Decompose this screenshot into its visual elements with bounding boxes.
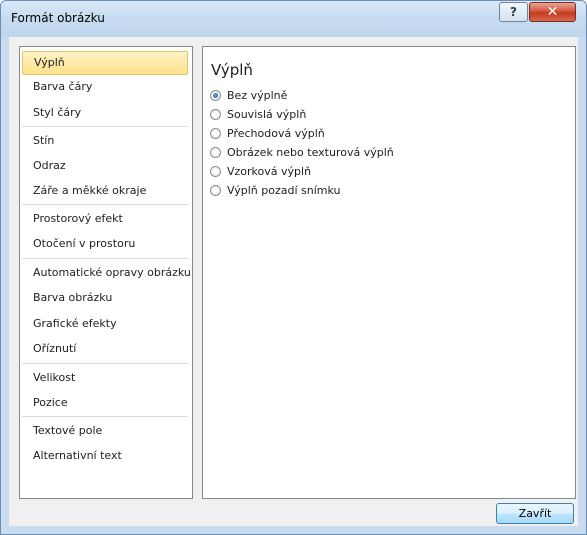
format-picture-dialog: Formát obrázku ? ✕ Výplň Barva čáry Styl…: [0, 0, 587, 535]
nav-item-alt-text[interactable]: Alternativní text: [22, 444, 188, 468]
nav-item-label: Automatické opravy obrázku: [33, 266, 191, 279]
nav-item-3d-format[interactable]: Prostorový efekt: [22, 207, 188, 231]
close-icon: ✕: [546, 4, 559, 20]
nav-item-fill[interactable]: Výplň: [22, 51, 188, 75]
nav-item-label: Velikost: [33, 371, 76, 384]
nav-item-label: Barva obrázku: [33, 291, 113, 304]
radio-button[interactable]: [210, 185, 221, 196]
help-icon: ?: [510, 5, 517, 19]
nav-item-label: Alternativní text: [33, 449, 122, 462]
panel-title: Výplň: [211, 61, 253, 79]
category-list: Výplň Barva čáry Styl čáry Stín Odraz Zá…: [19, 46, 193, 499]
close-window-button[interactable]: ✕: [529, 2, 576, 22]
nav-separator: [22, 258, 188, 259]
close-dialog-button[interactable]: Zavřít: [496, 503, 574, 524]
radio-button[interactable]: [210, 147, 221, 158]
radio-button[interactable]: [210, 109, 221, 120]
nav-item-label: Grafické efekty: [33, 317, 117, 330]
nav-item-shadow[interactable]: Stín: [22, 129, 188, 153]
nav-item-label: Stín: [33, 134, 55, 147]
nav-item-reflection[interactable]: Odraz: [22, 154, 188, 178]
nav-item-position[interactable]: Pozice: [22, 391, 188, 415]
nav-item-picture-color[interactable]: Barva obrázku: [22, 286, 188, 310]
nav-item-label: Pozice: [33, 396, 68, 409]
radio-label: Souvislá výplň: [227, 108, 307, 121]
close-dialog-label: Zavřít: [518, 507, 552, 520]
fill-panel: Výplň Bez výplně Souvislá výplň Přechodo…: [202, 46, 576, 499]
nav-separator: [22, 204, 188, 205]
nav-item-label: Prostorový efekt: [33, 212, 123, 225]
nav-item-glow-soft-edges[interactable]: Záře a měkké okraje: [22, 179, 188, 203]
nav-item-label: Styl čáry: [33, 106, 82, 119]
title-bar[interactable]: Formát obrázku ? ✕: [1, 1, 586, 37]
radio-label: Vzorková výplň: [227, 165, 312, 178]
nav-item-picture-corrections[interactable]: Automatické opravy obrázku: [22, 261, 191, 285]
nav-item-label: Výplň: [34, 56, 65, 69]
nav-item-text-box[interactable]: Textové pole: [22, 419, 188, 443]
nav-item-line-color[interactable]: Barva čáry: [22, 75, 188, 99]
radio-button[interactable]: [210, 166, 221, 177]
radio-label: Obrázek nebo texturová výplň: [227, 146, 394, 159]
nav-item-crop[interactable]: Oříznutí: [22, 337, 188, 361]
radio-label: Výplň pozadí snímku: [227, 184, 341, 197]
nav-separator: [22, 126, 188, 127]
radio-button[interactable]: [210, 128, 221, 139]
radio-label: Bez výplně: [227, 89, 288, 102]
nav-item-label: Oříznutí: [33, 342, 77, 355]
nav-item-label: Textové pole: [33, 424, 103, 437]
nav-item-artistic-effects[interactable]: Grafické efekty: [22, 312, 188, 336]
radio-button-checked[interactable]: [210, 90, 221, 101]
nav-item-size[interactable]: Velikost: [22, 366, 188, 390]
nav-separator: [22, 416, 188, 417]
help-button[interactable]: ?: [499, 2, 528, 22]
nav-item-label: Barva čáry: [33, 80, 93, 93]
nav-item-label: Otočení v prostoru: [33, 237, 136, 250]
nav-item-3d-rotation[interactable]: Otočení v prostoru: [22, 232, 188, 256]
nav-item-line-style[interactable]: Styl čáry: [22, 101, 188, 125]
nav-separator: [22, 363, 188, 364]
window-title: Formát obrázku: [11, 11, 105, 25]
nav-item-label: Odraz: [33, 159, 66, 172]
nav-item-label: Záře a měkké okraje: [33, 184, 147, 197]
radio-label: Přechodová výplň: [227, 127, 325, 140]
